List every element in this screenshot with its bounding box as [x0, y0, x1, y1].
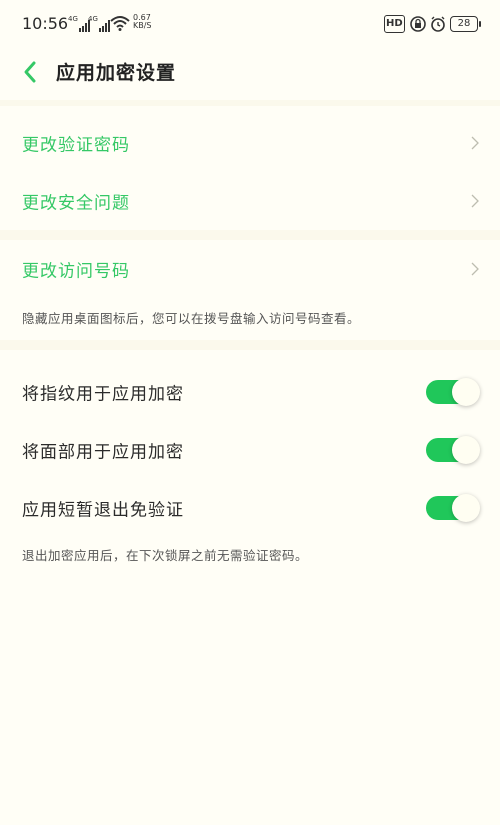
- change-access-number-label: 更改访问号码: [22, 261, 130, 281]
- chevron-right-icon: [471, 194, 479, 207]
- chevron-left-icon[interactable]: [18, 58, 46, 86]
- lock-icon: [410, 16, 426, 32]
- brief-exit-note: 退出加密应用后，在下次锁屏之前无需验证密码。: [22, 548, 309, 563]
- access-number-note: 隐藏应用桌面图标后，您可以在拨号盘输入访问号码查看。: [22, 311, 361, 326]
- battery-icon: 28: [450, 16, 481, 32]
- chevron-right-icon: [471, 262, 479, 275]
- face-encryption-label: 将面部用于应用加密: [22, 442, 184, 462]
- fingerprint-encryption-label: 将指纹用于应用加密: [22, 384, 184, 404]
- alarm-icon: [431, 16, 445, 32]
- network-speed-unit: KB/S: [133, 21, 152, 30]
- change-password-row[interactable]: 更改验证密码: [0, 114, 500, 171]
- page-title: 应用加密设置: [56, 62, 177, 84]
- toggle-knob: [452, 377, 480, 406]
- status-bar: 10:56 4G 4G 0.67 KB/S HD 28: [0, 0, 500, 48]
- battery-level: 28: [457, 18, 471, 29]
- app-bar: 应用加密设置: [0, 48, 500, 100]
- brief-exit-no-verify-row: 应用短暂退出免验证: [0, 479, 500, 536]
- brief-exit-no-verify-label: 应用短暂退出免验证: [22, 500, 184, 520]
- face-encryption-toggle[interactable]: [426, 435, 480, 464]
- chevron-right-icon: [471, 136, 479, 149]
- sim2-signal-icon: 4G: [88, 16, 110, 32]
- sim1-network-label: 4G: [68, 15, 78, 23]
- change-security-question-label: 更改安全问题: [22, 193, 130, 213]
- face-encryption-row: 将面部用于应用加密: [0, 421, 500, 478]
- brief-exit-no-verify-toggle[interactable]: [426, 493, 480, 522]
- status-time: 10:56: [22, 14, 69, 33]
- fingerprint-encryption-row: 将指纹用于应用加密: [0, 363, 500, 420]
- section-divider: [0, 340, 500, 350]
- network-speed: 0.67 KB/S: [133, 14, 152, 30]
- change-security-question-row[interactable]: 更改安全问题: [0, 172, 500, 229]
- hd-voice-icon: HD: [384, 15, 405, 33]
- toggle-knob: [452, 435, 480, 464]
- fingerprint-encryption-toggle[interactable]: [426, 377, 480, 406]
- sim1-signal-icon: 4G: [68, 16, 90, 32]
- change-access-number-row[interactable]: 更改访问号码: [0, 240, 500, 297]
- toggle-knob: [452, 493, 480, 522]
- header-divider: [0, 100, 500, 106]
- change-password-label: 更改验证密码: [22, 135, 130, 155]
- section-divider: [0, 230, 500, 240]
- sim2-network-label: 4G: [88, 15, 98, 23]
- wifi-icon: [110, 16, 130, 31]
